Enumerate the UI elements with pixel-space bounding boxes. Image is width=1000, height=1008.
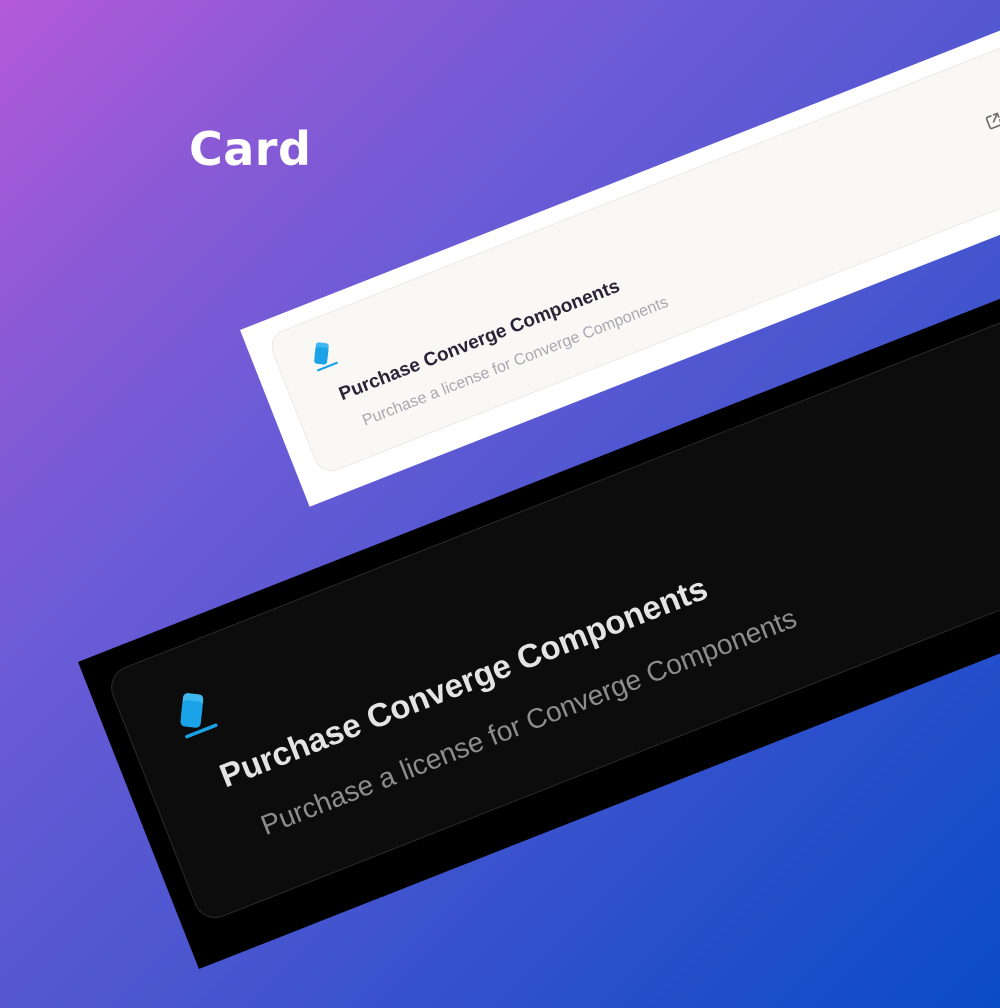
converge-logo-icon (305, 336, 343, 376)
external-link-icon[interactable] (982, 109, 1000, 132)
page-heading: Card (189, 122, 312, 176)
converge-logo-icon (167, 683, 226, 746)
